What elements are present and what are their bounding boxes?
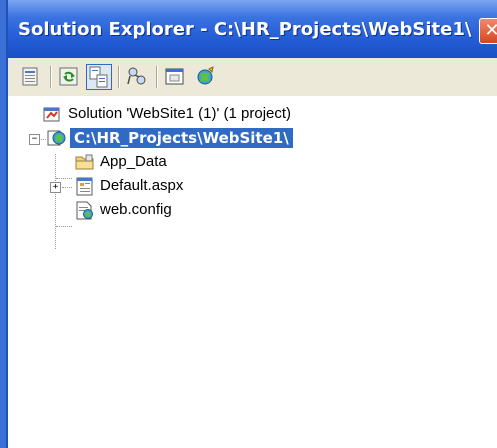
tree-node-label: App_Data	[100, 153, 167, 170]
tree-connector	[56, 226, 72, 228]
window-title: Solution Explorer - C:\HR_Projects\WebSi…	[18, 19, 472, 40]
tree-node-default-aspx[interactable]: + Default.aspx	[8, 174, 428, 198]
expand-toggle[interactable]: +	[50, 182, 61, 193]
toolbar-separator	[50, 66, 52, 88]
config-file-icon	[76, 201, 93, 220]
close-button[interactable]: ✕	[479, 18, 497, 44]
aspx-page-icon	[76, 177, 93, 196]
copy-web-site-icon	[127, 67, 146, 85]
asp-net-configuration-button[interactable]	[192, 64, 218, 90]
copy-web-site-button[interactable]	[124, 64, 150, 90]
title-bar[interactable]: Solution Explorer - C:\HR_Projects\WebSi…	[8, 0, 497, 58]
tree-node-web-config[interactable]: web.config	[8, 198, 428, 222]
tree-node-label: C:\HR_Projects\WebSite1\	[70, 128, 293, 148]
refresh-button[interactable]	[56, 64, 82, 90]
tree-node-solution[interactable]: Solution 'WebSite1 (1)' (1 project)	[8, 102, 428, 126]
toolbar	[8, 58, 497, 97]
tree-node-app-data[interactable]: App_Data	[8, 150, 428, 174]
nest-related-files-icon	[89, 66, 108, 88]
web-project-icon	[47, 130, 66, 146]
properties-icon	[22, 67, 38, 86]
collapse-toggle[interactable]: −	[29, 134, 40, 145]
toolbar-separator	[156, 66, 158, 88]
nest-related-files-button[interactable]	[86, 64, 112, 90]
asp-net-configuration-icon	[197, 66, 214, 85]
solution-icon	[43, 107, 60, 122]
folder-icon	[75, 154, 94, 170]
tree-node-label: Solution 'WebSite1 (1)' (1 project)	[68, 105, 292, 122]
solution-tree: Solution 'WebSite1 (1)' (1 project) − C:…	[8, 96, 497, 448]
tree-connector	[62, 187, 72, 189]
tree-node-label: Default.aspx	[100, 177, 184, 194]
tree-node-label: web.config	[100, 201, 172, 218]
window-frame-left	[0, 0, 8, 448]
toolbar-separator	[118, 66, 120, 88]
properties-button[interactable]	[18, 64, 44, 90]
refresh-icon	[59, 67, 78, 86]
tree-node-project[interactable]: − C:\HR_Projects\WebSite1\	[8, 126, 428, 150]
view-designer-icon	[165, 68, 184, 85]
view-designer-button[interactable]	[162, 64, 188, 90]
solution-explorer-window: Solution Explorer - C:\HR_Projects\WebSi…	[0, 0, 497, 448]
